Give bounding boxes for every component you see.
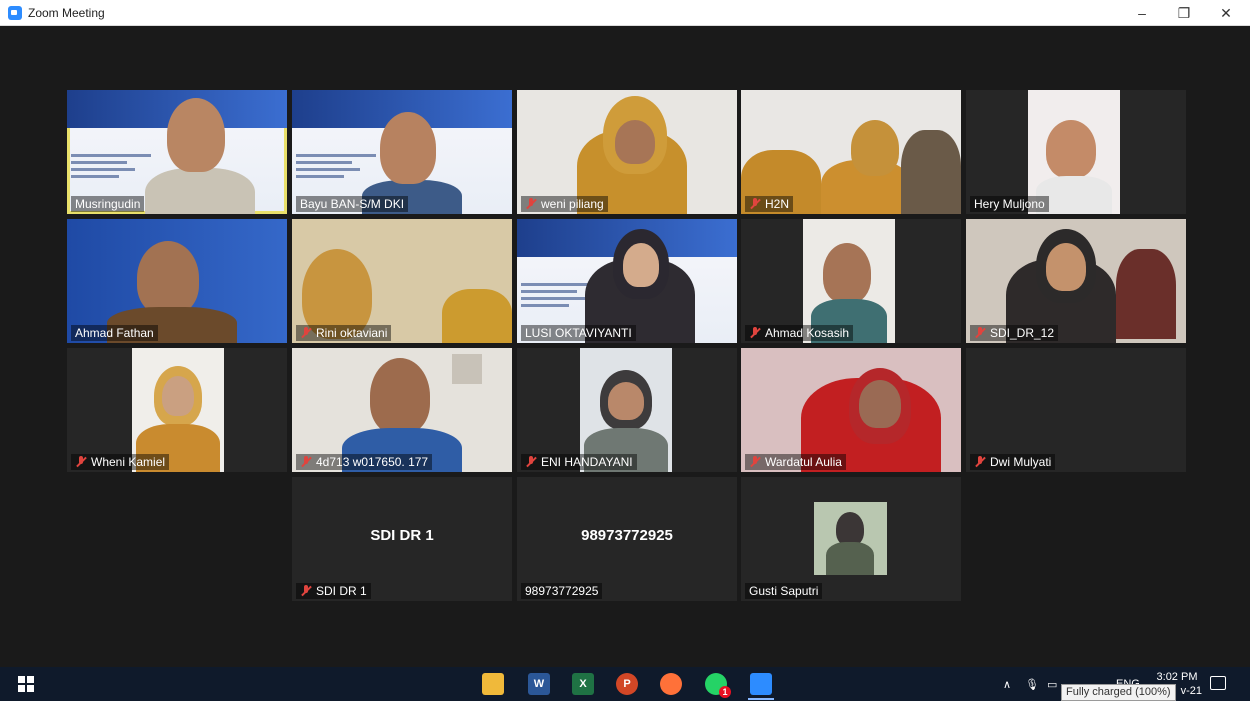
participant-name: Gusti Saputri [745, 583, 823, 599]
participant-display-name: SDI DR 1 [370, 527, 434, 544]
participant-tile[interactable]: 98973772925 98973772925 [517, 477, 737, 601]
microphone-icon[interactable]: 🎙 [1025, 667, 1039, 701]
muted-mic-icon [749, 198, 761, 210]
participant-name: Rini oktaviani [296, 325, 392, 341]
participant-name: weni piliang [521, 196, 608, 212]
battery-icon[interactable]: ▭ [1047, 667, 1057, 701]
participant-tile[interactable]: Rini oktaviani [292, 219, 512, 343]
participant-tile[interactable]: SDI_DR_12 [966, 219, 1186, 343]
participant-display-name: 98973772925 [581, 527, 673, 544]
participant-name: SDI_DR_12 [970, 325, 1059, 341]
participant-name: Ahmad Fathan [71, 325, 158, 341]
participant-name: LUSI OKTAVIYANTI [521, 325, 636, 341]
minimize-button[interactable]: – [1120, 0, 1164, 26]
action-center-icon[interactable] [1210, 676, 1226, 690]
muted-mic-icon [300, 585, 312, 597]
participant-name: Ahmad Kosasih [745, 325, 854, 341]
participant-tile[interactable]: Hery Muljono [966, 90, 1186, 214]
tray-chevron-icon[interactable]: ∧ [1003, 667, 1011, 701]
muted-mic-icon [525, 198, 537, 210]
zoom-desktop: Zoom Meeting – ❐ ✕ Musringudin Bayu BAN-… [0, 0, 1250, 701]
participant-name: 98973772925 [521, 583, 603, 599]
participant-tile[interactable]: Gusti Saputri [741, 477, 961, 601]
participant-name: 4d713 w017650. 177 [296, 454, 433, 470]
participant-name: Musringudin [71, 196, 145, 212]
participant-tile[interactable]: SDI DR 1 SDI DR 1 [292, 477, 512, 601]
zoom-app-icon [8, 5, 22, 20]
muted-mic-icon [974, 327, 986, 339]
participant-tile[interactable]: weni piliang [517, 90, 737, 214]
muted-mic-icon [749, 327, 761, 339]
participant-name: Wardatul Aulia [745, 454, 846, 470]
firefox-icon[interactable] [660, 673, 682, 695]
participant-tile[interactable]: H2N [741, 90, 961, 214]
file-explorer-icon[interactable] [482, 673, 504, 695]
participant-tile[interactable]: Musringudin [67, 90, 287, 214]
participant-tile[interactable]: Bayu BAN-S/M DKI [292, 90, 512, 214]
participant-tile[interactable]: Ahmad Fathan [67, 219, 287, 343]
participant-tile[interactable]: ENI HANDAYANI [517, 348, 737, 472]
notification-badge: 1 [719, 686, 731, 698]
profile-photo [814, 502, 887, 575]
participant-tile[interactable]: LUSI OKTAVIYANTI [517, 219, 737, 343]
participant-tile[interactable]: Wardatul Aulia [741, 348, 961, 472]
word-icon[interactable]: W [528, 673, 550, 695]
windows-start-icon[interactable] [18, 676, 34, 692]
battery-tooltip: Fully charged (100%) [1061, 684, 1176, 701]
participant-name: H2N [745, 196, 794, 212]
clock-time: 3:02 PM [1156, 671, 1198, 683]
participant-tile[interactable]: Dwi Mulyati [966, 348, 1186, 472]
participant-name: Hery Muljono [970, 196, 1049, 212]
window-title-bar[interactable]: Zoom Meeting – ❐ ✕ [0, 0, 1250, 26]
participant-name: Dwi Mulyati [970, 454, 1056, 470]
muted-mic-icon [749, 456, 761, 468]
participant-name: SDI DR 1 [296, 583, 371, 599]
participant-name: ENI HANDAYANI [521, 454, 637, 470]
close-button[interactable]: ✕ [1204, 0, 1248, 26]
powerpoint-icon[interactable]: P [616, 673, 638, 695]
participant-name: Wheni Kamiel [71, 454, 170, 470]
participant-name: Bayu BAN-S/M DKI [296, 196, 409, 212]
gallery-view: Musringudin Bayu BAN-S/M DKI weni pilian… [5, 26, 1245, 667]
window-title: Zoom Meeting [28, 5, 105, 20]
muted-mic-icon [525, 456, 537, 468]
muted-mic-icon [974, 456, 986, 468]
muted-mic-icon [300, 456, 312, 468]
participant-tile[interactable]: Wheni Kamiel [67, 348, 287, 472]
participant-tile[interactable]: 4d713 w017650. 177 [292, 348, 512, 472]
restore-button[interactable]: ❐ [1162, 0, 1206, 26]
muted-mic-icon [75, 456, 87, 468]
participant-tile[interactable]: Ahmad Kosasih [741, 219, 961, 343]
muted-mic-icon [300, 327, 312, 339]
zoom-icon[interactable] [748, 673, 774, 700]
excel-icon[interactable]: X [572, 673, 594, 695]
whatsapp-icon[interactable]: 1 [705, 673, 731, 698]
